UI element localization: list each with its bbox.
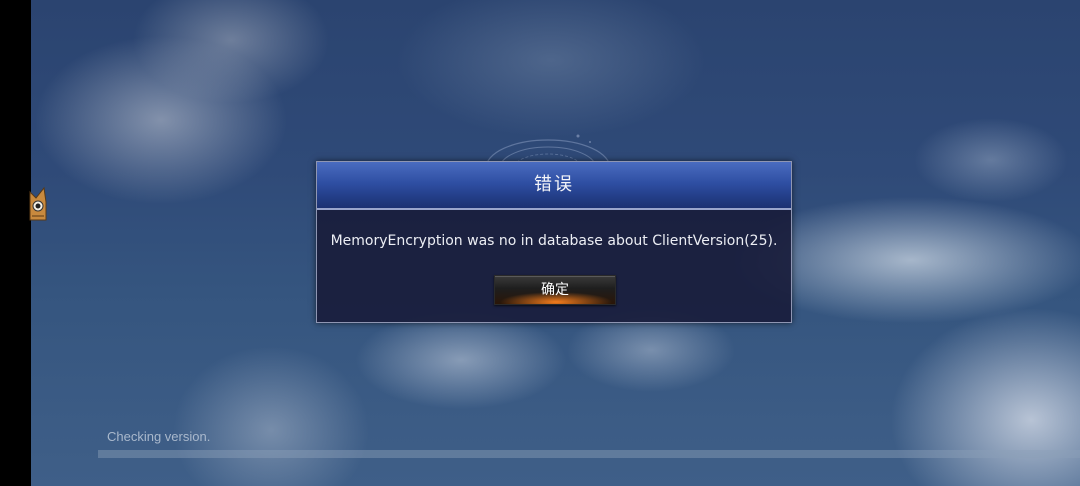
confirm-button-label: 确定 bbox=[541, 282, 569, 298]
cat-mascot-icon[interactable] bbox=[28, 186, 48, 228]
error-dialog: 错误 MemoryEncryption was no in database a… bbox=[316, 161, 792, 323]
error-message: MemoryEncryption was no in database abou… bbox=[330, 233, 778, 249]
left-black-bar bbox=[0, 0, 31, 486]
dialog-header: 错误 bbox=[317, 162, 791, 210]
confirm-button[interactable]: 确定 bbox=[494, 275, 616, 305]
dialog-title: 错误 bbox=[534, 174, 574, 195]
loading-progress-bar bbox=[98, 450, 1080, 458]
game-screen: 错误 MemoryEncryption was no in database a… bbox=[0, 0, 1080, 486]
loading-status-text: Checking version. bbox=[107, 429, 211, 444]
